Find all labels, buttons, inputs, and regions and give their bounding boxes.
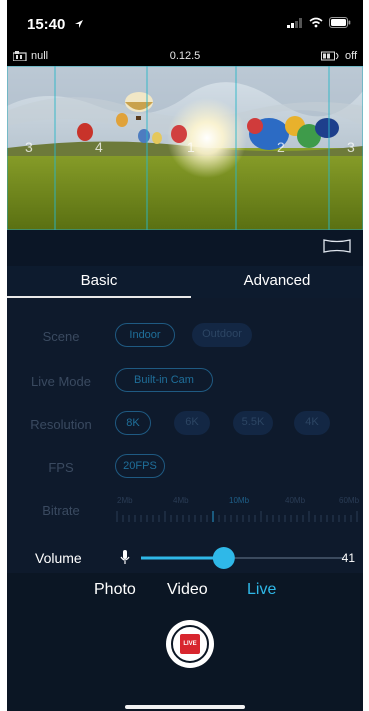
sensor-marker: 3 — [347, 139, 355, 155]
tab-advanced[interactable]: Advanced — [191, 272, 363, 289]
fps-20-option[interactable]: 20FPS — [115, 454, 165, 478]
resolution-5-5k-option[interactable]: 5.5K — [233, 411, 273, 435]
preview-toolbar — [7, 230, 363, 266]
resolution-6k-option[interactable]: 6K — [174, 411, 210, 435]
resolution-8k-option[interactable]: 8K — [115, 411, 151, 435]
live-badge: LIVE — [180, 634, 200, 654]
mode-video[interactable]: Video — [167, 581, 208, 599]
camera-battery-status: off — [344, 50, 357, 62]
scene-indoor-option[interactable]: Indoor — [115, 323, 175, 347]
mode-live[interactable]: Live — [247, 581, 276, 599]
wifi-icon — [309, 17, 323, 28]
resolution-4k-option[interactable]: 4K — [294, 411, 330, 435]
bitrate-ruler[interactable] — [115, 510, 359, 524]
mode-photo[interactable]: Photo — [94, 581, 136, 599]
live-preview[interactable]: 3 4 1 2 3 — [7, 66, 363, 231]
volume-slider[interactable] — [137, 545, 347, 573]
settings-tabs: Basic Advanced — [7, 266, 363, 298]
home-indicator[interactable] — [125, 705, 245, 709]
volume-row: Volume 41 — [7, 545, 363, 573]
scene-outdoor-option[interactable]: Outdoor — [192, 323, 252, 347]
basic-settings-panel: Scene Indoor Outdoor Live Mode Built-in … — [7, 298, 363, 543]
status-time: 15:40 — [27, 16, 66, 33]
aspect-ratio-icon[interactable] — [323, 238, 351, 254]
microphone-icon — [120, 550, 130, 564]
volume-slider-handle[interactable] — [212, 547, 235, 569]
camera-info-bar: null 0.12.5 off — [7, 46, 363, 66]
status-icons — [287, 17, 351, 28]
live-mode-label: Live Mode — [31, 374, 91, 389]
scene-label: Scene — [42, 329, 80, 344]
bitrate-tick-label: 2Mb — [117, 496, 133, 505]
app-screen: 15:40 null 0.12.5 off 3 4 1 2 3 Basic Ad… — [7, 0, 363, 711]
sensor-marker: 2 — [277, 139, 285, 155]
bitrate-ruler-labels: 2Mb 4Mb 10Mb 40Mb 60Mb — [115, 496, 363, 506]
status-bar: 15:40 — [7, 0, 363, 46]
bitrate-tick-label: 40Mb — [285, 496, 306, 505]
tab-basic[interactable]: Basic — [7, 272, 191, 289]
fps-label: FPS — [48, 460, 74, 475]
sensor-marker: 1 — [187, 139, 195, 155]
bitrate-tick-label: 4Mb — [173, 496, 189, 505]
volume-value: 41 — [341, 551, 355, 565]
volume-label: Volume — [35, 550, 82, 566]
live-shutter-button[interactable]: LIVE — [166, 620, 214, 668]
bitrate-label: Bitrate — [42, 503, 80, 518]
bitrate-tick-label: 60Mb — [339, 496, 360, 505]
sensor-marker: 3 — [25, 139, 33, 155]
location-arrow-icon — [75, 20, 83, 28]
sensor-marker: 4 — [95, 139, 103, 155]
firmware-version: 0.12.5 — [169, 50, 201, 62]
signal-icon — [287, 17, 302, 28]
bitrate-tick-label: 10Mb — [229, 496, 250, 505]
camera-battery-icon — [320, 51, 339, 61]
capture-mode-bar: Photo Video Live LIVE — [7, 573, 363, 711]
panorama-image: 3 4 1 2 3 — [7, 66, 363, 230]
resolution-label: Resolution — [30, 417, 92, 432]
live-mode-builtin-option[interactable]: Built-in Cam — [115, 368, 213, 392]
battery-icon — [329, 17, 351, 28]
